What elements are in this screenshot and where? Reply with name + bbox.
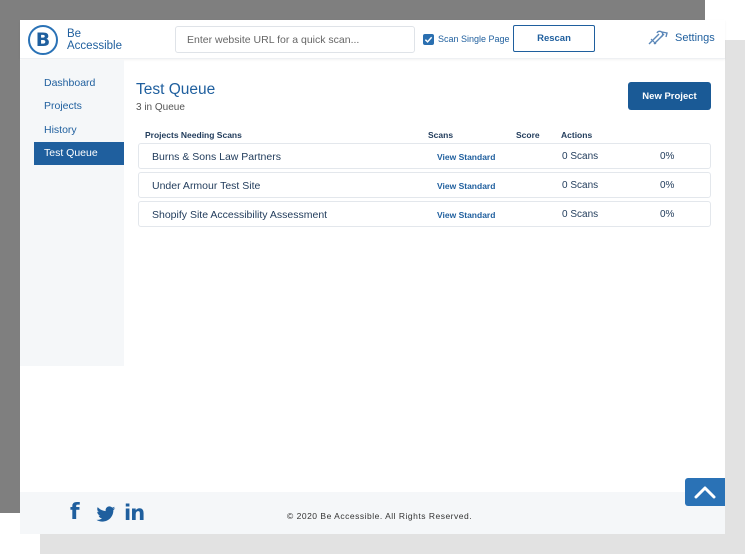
sidebar-item-dashboard[interactable]: Dashboard xyxy=(34,72,124,95)
logo-line-1: Be xyxy=(67,28,82,40)
scan-count: 0 Scans xyxy=(562,209,599,220)
tools-icon xyxy=(648,30,668,45)
url-search-input[interactable] xyxy=(175,26,415,53)
top-header: B Be Accessible Scan Single Page Rescan xyxy=(20,20,725,59)
column-header-score: Score xyxy=(516,130,540,140)
queue-count: 3 in Queue xyxy=(136,102,185,113)
chevron-up-icon xyxy=(694,486,716,499)
logo-letter: B xyxy=(35,29,51,51)
table-row[interactable]: Burns & Sons Law Partners View Standard … xyxy=(138,143,711,169)
checkmark-icon xyxy=(424,36,433,43)
logo-mark-icon: B xyxy=(28,25,58,55)
view-standard-link[interactable]: View Standard xyxy=(437,181,495,191)
project-name[interactable]: Shopify Site Accessibility Assessment xyxy=(152,209,327,221)
backdrop-shadow-top xyxy=(0,0,705,20)
column-header-projects: Projects Needing Scans xyxy=(145,130,242,140)
facebook-icon[interactable]: f xyxy=(70,500,80,525)
footer: f in © 2020 Be Accessible. All Rights Re… xyxy=(20,492,725,534)
view-standard-link[interactable]: View Standard xyxy=(437,210,495,220)
settings-link[interactable]: Settings xyxy=(647,30,715,46)
logo[interactable]: B Be Accessible xyxy=(28,25,122,55)
rescan-button[interactable]: Rescan xyxy=(513,25,595,52)
sidebar-item-history[interactable]: History xyxy=(34,119,124,142)
page-title: Test Queue xyxy=(136,81,216,98)
scan-count: 0 Scans xyxy=(562,180,599,191)
sidebar-item-test-queue[interactable]: Test Queue xyxy=(34,142,124,165)
scan-single-page-label[interactable]: Scan Single Page xyxy=(438,34,510,44)
backdrop-shadow-left xyxy=(0,0,20,513)
score-value: 0% xyxy=(660,209,675,220)
sidebar: Dashboard Projects History Test Queue xyxy=(20,60,124,366)
score-value: 0% xyxy=(660,180,675,191)
project-name[interactable]: Under Armour Test Site xyxy=(152,180,260,192)
project-name[interactable]: Burns & Sons Law Partners xyxy=(152,151,281,163)
app-window: B Be Accessible Scan Single Page Rescan xyxy=(20,20,725,534)
table-row[interactable]: Under Armour Test Site View Standard 0 S… xyxy=(138,172,711,198)
new-project-button[interactable]: New Project xyxy=(628,82,711,110)
column-header-scans: Scans xyxy=(428,130,454,140)
linkedin-icon[interactable]: in xyxy=(124,501,145,525)
view-standard-link[interactable]: View Standard xyxy=(437,152,495,162)
backdrop-shadow-right xyxy=(725,40,745,554)
twitter-icon[interactable] xyxy=(96,506,116,523)
table-row[interactable]: Shopify Site Accessibility Assessment Vi… xyxy=(138,201,711,227)
column-header-actions: Actions xyxy=(561,130,593,140)
backdrop-shadow-bottom xyxy=(40,534,745,554)
scan-single-page-checkbox[interactable] xyxy=(423,34,434,45)
copyright-text: © 2020 Be Accessible. All Rights Reserve… xyxy=(287,511,473,521)
scan-count: 0 Scans xyxy=(562,151,599,162)
scroll-to-top-button[interactable] xyxy=(685,478,725,506)
logo-text: Be Accessible xyxy=(67,28,122,52)
settings-label: Settings xyxy=(675,32,715,44)
logo-line-2: Accessible xyxy=(67,40,122,52)
sidebar-item-projects[interactable]: Projects xyxy=(34,95,124,118)
score-value: 0% xyxy=(660,151,675,162)
